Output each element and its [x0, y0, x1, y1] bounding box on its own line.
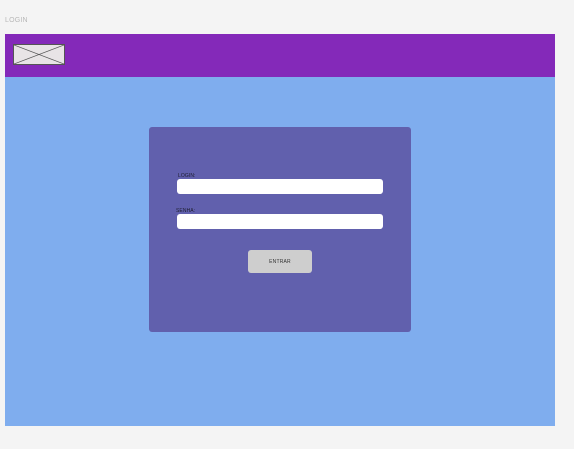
login-input[interactable]: [177, 179, 383, 194]
login-page: LOGIN: SENHA: ENTRAR: [5, 34, 555, 426]
senha-input[interactable]: [177, 214, 383, 229]
login-card: LOGIN: SENHA: ENTRAR: [149, 127, 411, 332]
image-placeholder-icon-graphic: [14, 45, 64, 64]
header-bar: [5, 34, 555, 77]
frame-title: LOGIN: [5, 17, 28, 24]
entrar-button[interactable]: ENTRAR: [248, 250, 312, 273]
image-placeholder-icon: [13, 44, 65, 65]
